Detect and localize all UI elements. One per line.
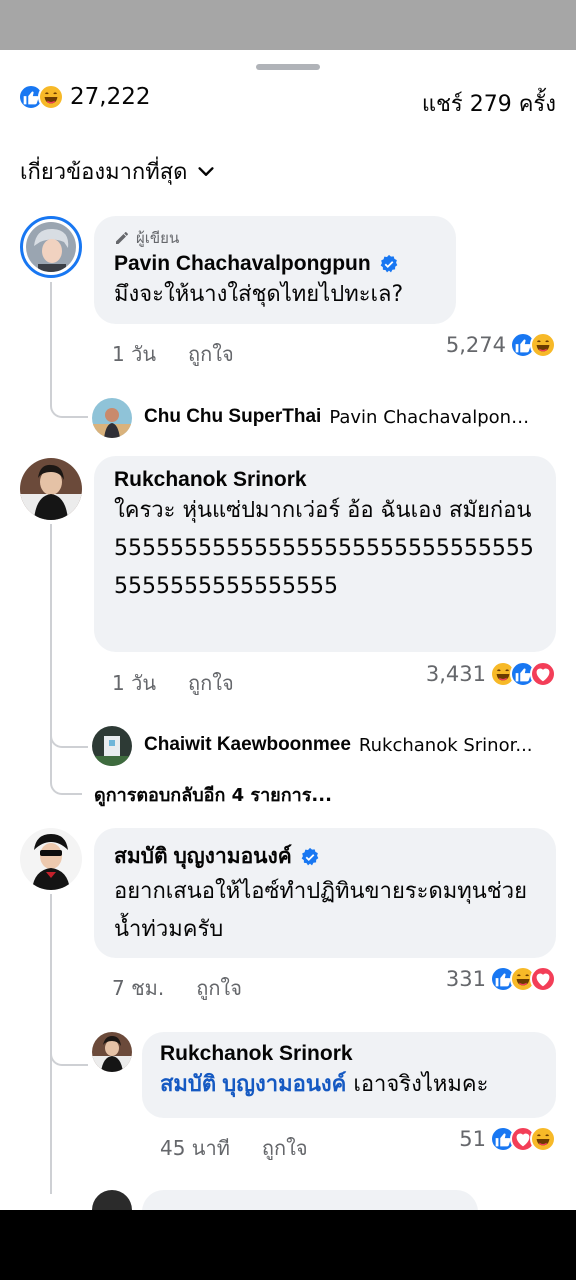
comment-text: มึงจะให้นางใส่ชุดไทยไปทะเล? bbox=[114, 282, 404, 307]
verified-icon bbox=[380, 254, 398, 273]
reply-reactions[interactable]: 51 bbox=[459, 1126, 556, 1152]
reaction-count: 51 bbox=[459, 1127, 486, 1151]
comment-reactions[interactable]: 331 bbox=[446, 966, 556, 992]
reaction-summary[interactable]: 27,222 bbox=[18, 84, 150, 110]
verified-icon bbox=[301, 847, 319, 865]
comment-author[interactable]: Pavin Chachavalpongpun bbox=[114, 252, 371, 276]
view-more-replies-link[interactable]: ดูการตอบกลับอีก 4 รายการ... bbox=[94, 780, 332, 809]
reaction-count: 5,274 bbox=[445, 333, 506, 357]
avatar[interactable] bbox=[20, 458, 82, 520]
badge-label: ผู้เขียน bbox=[136, 229, 180, 247]
avatar-image bbox=[26, 222, 76, 272]
comment-time[interactable]: 1 วัน bbox=[112, 667, 156, 699]
avatar-image bbox=[92, 726, 132, 766]
avatar-image bbox=[20, 828, 82, 890]
reply-avatar[interactable] bbox=[92, 726, 132, 766]
reply-text: Pavin Chachavalpong... bbox=[329, 406, 540, 428]
avatar-image bbox=[92, 1032, 132, 1072]
haha-icon bbox=[530, 332, 556, 358]
comment-bubble[interactable]: Rukchanok Srinork ใครวะ หุ่นแซ่ปมากเว่อร… bbox=[94, 456, 556, 652]
comment-text: อยากเสนอให้ไอซ์ทำปฏิทินขายระดมทุนช่วยน้ำ… bbox=[114, 879, 527, 942]
sort-dropdown[interactable]: เกี่ยวข้องมากที่สุด bbox=[20, 154, 217, 189]
thread-connector bbox=[50, 380, 88, 418]
reply-time[interactable]: 45 นาที bbox=[160, 1132, 230, 1164]
mention-link[interactable]: สมบัติ บุญงามอนงค์ bbox=[160, 1071, 346, 1096]
comment-actions: 1 วัน ถูกใจ bbox=[112, 667, 234, 699]
chevron-down-icon bbox=[198, 166, 215, 176]
comment-author[interactable]: สมบัติ บุญงามอนงค์ bbox=[114, 840, 292, 873]
comment-actions: 7 ชม. ถูกใจ bbox=[112, 972, 242, 1004]
thread-connector bbox=[50, 710, 88, 748]
drag-handle[interactable] bbox=[256, 64, 320, 70]
system-navigation-bar bbox=[0, 1210, 576, 1280]
reply-actions: 45 นาที ถูกใจ bbox=[160, 1132, 308, 1164]
thread-line bbox=[50, 282, 52, 392]
reply-preview[interactable]: Chu Chu SuperThai Pavin Chachavalpong... bbox=[144, 406, 539, 428]
avatar[interactable] bbox=[20, 828, 82, 890]
share-count[interactable]: แชร์ 279 ครั้ง bbox=[422, 86, 556, 121]
reply-author[interactable]: Chaiwit Kaewboonmee bbox=[144, 734, 351, 756]
comments-sheet: 27,222 แชร์ 279 ครั้ง เกี่ยวข้องมากที่สุ… bbox=[0, 50, 576, 1210]
comment-time[interactable]: 1 วัน bbox=[112, 338, 156, 370]
reply-avatar[interactable] bbox=[92, 1032, 132, 1072]
thread-connector bbox=[50, 750, 82, 795]
comment-reactions[interactable]: 5,274 bbox=[446, 332, 556, 358]
dimmed-background[interactable] bbox=[0, 0, 576, 50]
avatar[interactable] bbox=[20, 216, 82, 278]
reaction-count: 331 bbox=[445, 967, 486, 991]
avatar-image bbox=[92, 398, 132, 438]
comment-text: ใครวะ หุ่นแซ่ปมากเว่อร์ อ้อ ฉันเอง สมัยก… bbox=[114, 498, 534, 599]
avatar-image bbox=[20, 458, 82, 520]
thread-connector bbox=[50, 1028, 88, 1066]
author-badge: ผู้เขียน bbox=[114, 226, 436, 250]
reply-bubble[interactable] bbox=[142, 1190, 478, 1210]
reply-author[interactable]: Rukchanok Srinork bbox=[160, 1042, 353, 1066]
comment-bubble[interactable]: ผู้เขียน Pavin Chachavalpongpun มึงจะให้… bbox=[94, 216, 456, 324]
reply-text: Rukchanok Srinor... bbox=[358, 734, 533, 756]
reply-preview[interactable]: Chaiwit Kaewboonmee Rukchanok Srinor... bbox=[144, 734, 533, 756]
reply-text: เอาจริงไหมคะ bbox=[353, 1072, 489, 1097]
reply-bubble[interactable]: Rukchanok Srinork สมบัติ บุญงามอนงค์ เอา… bbox=[142, 1032, 556, 1118]
love-icon bbox=[530, 966, 556, 992]
reaction-total: 27,222 bbox=[70, 84, 151, 110]
comment-time[interactable]: 7 ชม. bbox=[112, 972, 164, 1004]
comment-bubble[interactable]: สมบัติ บุญงามอนงค์ อยากเสนอให้ไอซ์ทำปฏิท… bbox=[94, 828, 556, 958]
like-button[interactable]: ถูกใจ bbox=[188, 667, 234, 699]
reply-avatar[interactable] bbox=[92, 398, 132, 438]
sort-label: เกี่ยวข้องมากที่สุด bbox=[20, 160, 188, 185]
pencil-icon bbox=[116, 232, 128, 244]
comment-author[interactable]: Rukchanok Srinork bbox=[114, 468, 307, 492]
haha-icon bbox=[530, 1126, 556, 1152]
haha-icon bbox=[38, 84, 64, 110]
comment-actions: 1 วัน ถูกใจ bbox=[112, 338, 234, 370]
like-button[interactable]: ถูกใจ bbox=[196, 972, 242, 1004]
love-icon bbox=[530, 661, 556, 687]
like-button[interactable]: ถูกใจ bbox=[188, 338, 234, 370]
reaction-count: 3,431 bbox=[425, 662, 486, 686]
like-button[interactable]: ถูกใจ bbox=[262, 1132, 308, 1164]
reply-avatar[interactable] bbox=[92, 1190, 132, 1210]
reply-author[interactable]: Chu Chu SuperThai bbox=[144, 406, 321, 428]
comment-reactions[interactable]: 3,431 bbox=[426, 661, 556, 687]
